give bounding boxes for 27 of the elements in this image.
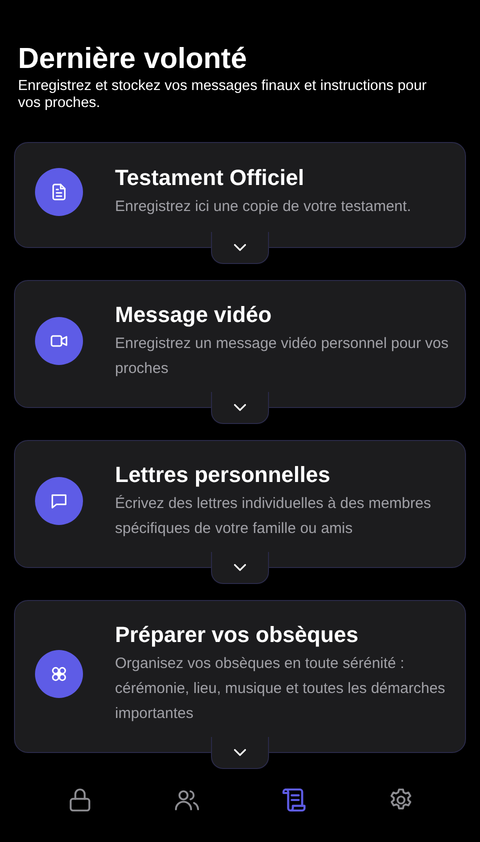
card-title: Lettres personnelles <box>115 461 332 489</box>
card-description: Écrivez des lettres individuelles à des membres spécifiques de votre famille ou amis <box>115 494 432 539</box>
card-description: Enregistrez un message vidéo personnel pour vos proches <box>115 334 450 379</box>
expand-toggle[interactable] <box>211 232 269 264</box>
expand-toggle[interactable] <box>211 392 269 424</box>
card-title: Message vidéo <box>115 301 273 329</box>
expand-toggle[interactable] <box>211 552 269 584</box>
document-icon <box>35 168 83 216</box>
chat-bubble-icon <box>35 477 83 525</box>
page-subtitle: Enregistrez et stockez vos messages finaux et instructions pour vos proches. <box>18 78 428 112</box>
section-card[interactable]: Lettres personnelles Écrivez des lettres individuelles à des membres spécifiques de votre famille ou amis <box>14 440 466 568</box>
page-title: Dernière volonté <box>18 42 248 76</box>
section-card[interactable]: Préparer vos obsèques Organisez vos obsèques en toute sérénité : cérémonie, lieu, musique et toutes les démarches importantes <box>14 600 466 753</box>
chevron-icon <box>234 404 246 411</box>
scroll-icon[interactable] <box>280 786 308 814</box>
card-description: Enregistrez ici une copie de votre testament. <box>115 197 412 217</box>
chevron-icon <box>234 749 246 756</box>
section-card[interactable]: Testament Officiel Enregistrez ici une copie de votre testament. <box>14 142 466 248</box>
chevron-icon <box>234 564 246 571</box>
video-camera-icon <box>35 317 83 365</box>
chevron-icon <box>234 244 246 251</box>
card-title: Testament Officiel <box>115 164 306 192</box>
card-description: Organisez vos obsèques en toute sérénité : cérémonie, lieu, musique et toutes les démarches importantes <box>115 654 446 724</box>
flower-icon <box>35 650 83 698</box>
card-title: Préparer vos obsèques <box>115 621 360 649</box>
expand-toggle[interactable] <box>211 737 269 769</box>
section-card[interactable]: Message vidéo Enregistrez un message vidéo personnel pour vos proches <box>14 280 466 408</box>
